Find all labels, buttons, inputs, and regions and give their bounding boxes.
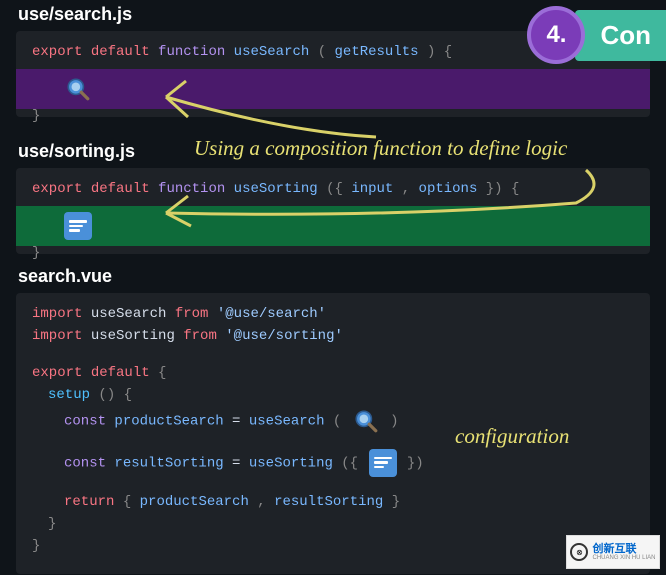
sort-icon <box>64 212 92 240</box>
code-line: } <box>32 513 634 535</box>
code-line: return { productSearch , resultSorting } <box>32 491 634 513</box>
search-strip <box>16 69 650 109</box>
code-line: import useSearch from '@use/search' <box>32 303 634 325</box>
watermark-logo-icon: ⊗ <box>570 543 588 561</box>
code-line: export default function useSorting ({ in… <box>32 178 634 200</box>
code-block-sorting: export default function useSorting ({ in… <box>16 168 650 254</box>
step-badge: 4. Con <box>527 6 666 64</box>
code-line: const resultSorting = useSorting ({ }) <box>32 449 634 477</box>
step-number: 4. <box>546 21 566 49</box>
code-line: import useSorting from '@use/sorting' <box>32 325 634 347</box>
watermark-text-en: CHUANG XIN HU LIAN <box>592 555 655 561</box>
magnifier-icon <box>352 407 380 435</box>
code-line: setup () { <box>32 384 634 406</box>
annotation-configuration: configuration <box>455 424 569 449</box>
sort-icon <box>369 449 397 477</box>
file-section-vue: search.vue import useSearch from '@use/s… <box>16 266 650 574</box>
magnifier-icon <box>64 75 92 103</box>
step-label: Con <box>575 10 666 61</box>
code-line: } <box>32 535 634 557</box>
code-line: export default { <box>32 362 634 384</box>
annotation-composition: Using a composition function to define l… <box>194 136 567 161</box>
watermark-badge: ⊗ 创新互联 CHUANG XIN HU LIAN <box>566 535 660 569</box>
file-title: search.vue <box>16 266 650 287</box>
sorting-strip <box>16 206 650 246</box>
watermark-text-cn: 创新互联 <box>592 544 655 555</box>
